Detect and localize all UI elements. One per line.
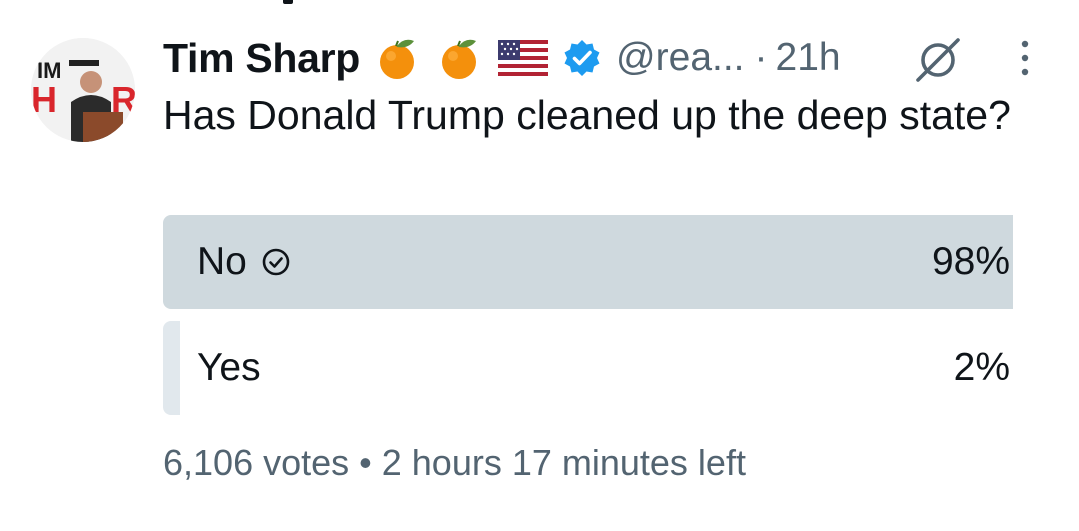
author-badges	[374, 35, 616, 81]
header-separator: ·	[754, 36, 768, 79]
poll-option-percent: 2%	[953, 346, 1010, 389]
more-options-icon[interactable]	[1015, 38, 1035, 78]
poll-option-label: Yes	[197, 346, 261, 389]
tangerine-emoji-icon	[380, 39, 415, 79]
winner-check-icon	[262, 248, 290, 276]
poll-option-label-row: Yes	[197, 321, 261, 415]
poll-vote-count: 6,106 votes	[163, 442, 350, 483]
author-handle[interactable]: @rea...	[616, 36, 744, 80]
tangerine-emoji-icon	[442, 39, 477, 79]
us-flag-emoji-icon	[498, 40, 549, 76]
author-display-name[interactable]: Tim Sharp	[163, 35, 360, 82]
poll-footer: 6,106 votes • 2 hours 17 minutes left	[163, 438, 746, 488]
poll-option-bar	[163, 321, 180, 415]
previous-tweet-fragment	[283, 0, 293, 4]
poll-option-yes: Yes 2%	[163, 321, 1030, 415]
tweet-header: Tim Sharp @rea... · 21h	[163, 30, 841, 86]
avatar-image: IM H R	[31, 38, 135, 142]
verified-badge-icon[interactable]	[562, 38, 602, 78]
avatar-text-mid: H	[31, 79, 57, 120]
poll-footer-separator: •	[359, 442, 372, 483]
poll-option-label: No	[197, 240, 247, 283]
poll-time-left: 2 hours 17 minutes left	[381, 442, 746, 483]
poll-option-no: No 98%	[163, 215, 1030, 309]
avatar[interactable]: IM H R	[31, 38, 135, 142]
poll-option-percent: 98%	[931, 240, 1010, 283]
grok-icon[interactable]	[912, 34, 964, 86]
tweet-text: Has Donald Trump cleaned up the deep sta…	[163, 92, 1011, 138]
tweet-timestamp[interactable]: 21h	[776, 36, 841, 80]
poll-option-label-row: No	[197, 215, 291, 309]
